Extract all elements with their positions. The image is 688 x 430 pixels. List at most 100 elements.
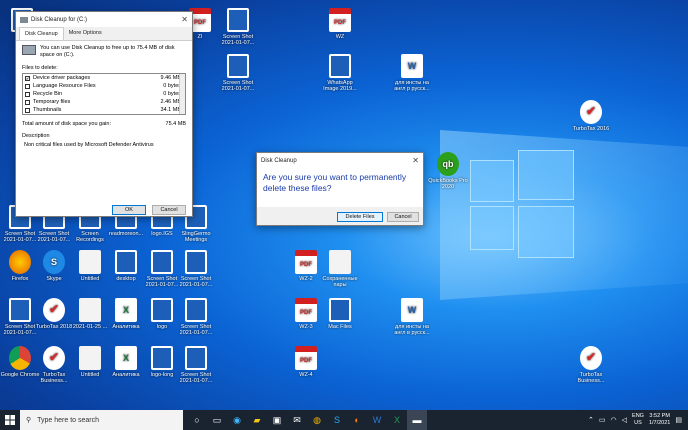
desktop-icon-label: Untitled bbox=[80, 372, 100, 378]
file-row[interactable]: Language Resource Files 0 bytes bbox=[23, 82, 185, 90]
desktop-icon-label: Screen Shot 2021-01-07... bbox=[179, 372, 213, 385]
tab-disk-cleanup[interactable]: Disk Cleanup bbox=[19, 27, 64, 40]
desktop-icon[interactable]: 2021-01-25 ... bbox=[70, 298, 110, 330]
file-row[interactable]: Temporary files 2.46 MB bbox=[23, 98, 185, 106]
desktop-icon-label: Screen Shot 2021-01-07... bbox=[221, 34, 255, 47]
scrollbar[interactable] bbox=[179, 74, 185, 115]
desktop-icon-label: WhatsApp Image 2019... bbox=[323, 80, 357, 93]
desktop-icon[interactable]: Сохраненные пары bbox=[320, 250, 360, 289]
chevron-up-icon[interactable]: ⌃ bbox=[588, 416, 594, 424]
blank-file-icon bbox=[329, 250, 351, 274]
img-file-icon bbox=[151, 250, 173, 274]
desktop-icon[interactable]: ✔ TurboTax Business... bbox=[571, 346, 611, 385]
close-icon[interactable]: ✕ bbox=[412, 156, 419, 165]
delete-files-button[interactable]: Delete Files bbox=[337, 212, 383, 222]
doc-file-icon: W bbox=[401, 298, 423, 322]
desktop-icon[interactable]: Screen Shot 2021-01-07... bbox=[218, 8, 258, 47]
total-label: Total amount of disk space you gain: bbox=[22, 121, 111, 128]
word-icon[interactable]: W bbox=[367, 410, 387, 430]
task-view-button-icon[interactable]: ▭ bbox=[207, 410, 227, 430]
confirm-dialog: Disk Cleanup ✕ Are you sure you want to … bbox=[256, 152, 424, 226]
desktop-icon[interactable]: ✔ TurboTax 2018 bbox=[34, 298, 74, 330]
s-file-icon: S bbox=[43, 250, 65, 274]
desktop-icon-label: Screen Shot 2021-01-07... bbox=[179, 276, 213, 289]
desktop-icon[interactable]: qb QuickBooks Pro 2020 bbox=[428, 152, 468, 191]
task-view-icon[interactable]: ○ bbox=[187, 410, 207, 430]
desktop-icon[interactable]: ✔ TurboTax Business... bbox=[34, 346, 74, 385]
desktop-icon-label: desktop bbox=[116, 276, 136, 282]
volume-icon[interactable]: ◁ bbox=[622, 416, 627, 424]
file-explorer-icon[interactable]: ▰ bbox=[247, 410, 267, 430]
clock[interactable]: 3:52 PM 1/7/2021 bbox=[649, 413, 670, 426]
network-icon[interactable]: ▭ bbox=[599, 416, 606, 424]
desktop-icon-label: TurboTax Business... bbox=[40, 372, 68, 385]
desktop-icon[interactable]: Wдля инсты на англ р русск... bbox=[392, 54, 432, 93]
desktop-icon-label: Untitled bbox=[80, 276, 100, 282]
start-button[interactable] bbox=[0, 410, 20, 430]
checkbox[interactable] bbox=[25, 99, 30, 105]
edge-icon[interactable]: ◉ bbox=[227, 410, 247, 430]
desktop-icon-label: SlingGermo Meetings bbox=[181, 231, 211, 244]
chrome-icon[interactable]: ◍ bbox=[307, 410, 327, 430]
cancel-button[interactable]: Cancel bbox=[152, 205, 186, 215]
desktop-icon[interactable]: X Аналитика bbox=[106, 298, 146, 330]
desktop-icon[interactable]: Screen Shot 2021-01-07... bbox=[176, 250, 216, 289]
desktop-icon[interactable]: X Аналитика bbox=[106, 346, 146, 378]
desktop-icon[interactable]: Untitled bbox=[70, 346, 110, 378]
img-file-icon bbox=[329, 298, 351, 322]
checkbox[interactable]: ✔ bbox=[25, 75, 30, 81]
desktop-icon[interactable]: Screen Shot 2021-01-07... bbox=[176, 346, 216, 385]
disk-cleanup-taskbar-icon[interactable]: ▬ bbox=[407, 410, 427, 430]
wallpaper-pane bbox=[518, 206, 574, 258]
description-label: Description bbox=[22, 133, 50, 140]
checkbox[interactable] bbox=[25, 107, 30, 113]
desktop-icon-label: readmoreon... bbox=[108, 231, 144, 237]
desktop-icon-label: Аналитика bbox=[112, 372, 140, 378]
desktop-icon[interactable]: Untitled bbox=[70, 250, 110, 282]
files-list[interactable]: ✔ Device driver packages 9.46 MB Language R… bbox=[22, 73, 186, 116]
wallpaper-pane bbox=[470, 206, 514, 250]
disk-cleanup-title: Disk Cleanup for (C:) bbox=[31, 16, 88, 23]
img-file-icon bbox=[227, 8, 249, 32]
img-file-icon bbox=[227, 54, 249, 78]
img-file-icon bbox=[151, 298, 173, 322]
checkbox[interactable] bbox=[25, 91, 30, 97]
total-value: 75.4 MB bbox=[165, 121, 186, 128]
file-row[interactable]: ✔ Device driver packages 9.46 MB bbox=[23, 74, 185, 82]
language-indicator[interactable]: ENG US bbox=[632, 413, 644, 426]
ok-button[interactable]: OK bbox=[112, 205, 146, 215]
cancel-button[interactable]: Cancel bbox=[387, 212, 419, 222]
windows-icon bbox=[5, 415, 15, 425]
desktop-icon[interactable]: WhatsApp Image 2019... bbox=[320, 54, 360, 93]
file-row[interactable]: Recycle Bin 0 bytes bbox=[23, 90, 185, 98]
tab-more-options[interactable]: More Options bbox=[64, 27, 107, 40]
region-code: US bbox=[634, 420, 642, 426]
ff-file-icon bbox=[9, 250, 31, 274]
desktop-icon-label: TurboTax 2016 bbox=[572, 126, 610, 132]
wifi-icon[interactable]: ◠ bbox=[611, 416, 617, 424]
desktop-icon[interactable]: Screen Shot 2021-01-07... bbox=[176, 298, 216, 337]
desktop-icon[interactable]: S Skype bbox=[34, 250, 74, 282]
checkbox[interactable] bbox=[25, 83, 30, 89]
desktop-icon-label: 2021-01-25 ... bbox=[72, 324, 108, 330]
desktop-icon[interactable]: PDF WZ-4 bbox=[286, 346, 326, 378]
close-icon[interactable]: ✕ bbox=[181, 15, 188, 24]
desktop-icon[interactable]: Screen Shot 2021-01-07... bbox=[218, 54, 258, 93]
taskbar-search[interactable]: ⚲ Type here to search bbox=[20, 410, 183, 430]
desktop-icon[interactable]: Mac Files bbox=[320, 298, 360, 330]
tt-file-icon: ✔ bbox=[580, 100, 602, 124]
file-row[interactable]: Thumbnails 34.1 MB bbox=[23, 106, 185, 114]
disk-cleanup-titlebar[interactable]: Disk Cleanup for (C:) ✕ bbox=[16, 12, 192, 27]
excel-icon[interactable]: X bbox=[387, 410, 407, 430]
confirm-titlebar[interactable]: Disk Cleanup ✕ bbox=[257, 153, 423, 168]
firefox-icon[interactable]: ◐ bbox=[347, 410, 367, 430]
skype-icon[interactable]: S bbox=[327, 410, 347, 430]
store-icon[interactable]: ▣ bbox=[267, 410, 287, 430]
desktop-icon[interactable]: ✔ TurboTax 2016 bbox=[571, 100, 611, 132]
desktop-icon[interactable]: PDF WZ bbox=[320, 8, 360, 40]
desktop-icon[interactable]: desktop bbox=[106, 250, 146, 282]
desktop-icon[interactable]: Wдля инсты на англ в русск... bbox=[392, 298, 432, 337]
search-icon: ⚲ bbox=[26, 417, 32, 424]
notification-icon[interactable]: ▤ bbox=[675, 416, 682, 424]
mail-icon[interactable]: ✉ bbox=[287, 410, 307, 430]
